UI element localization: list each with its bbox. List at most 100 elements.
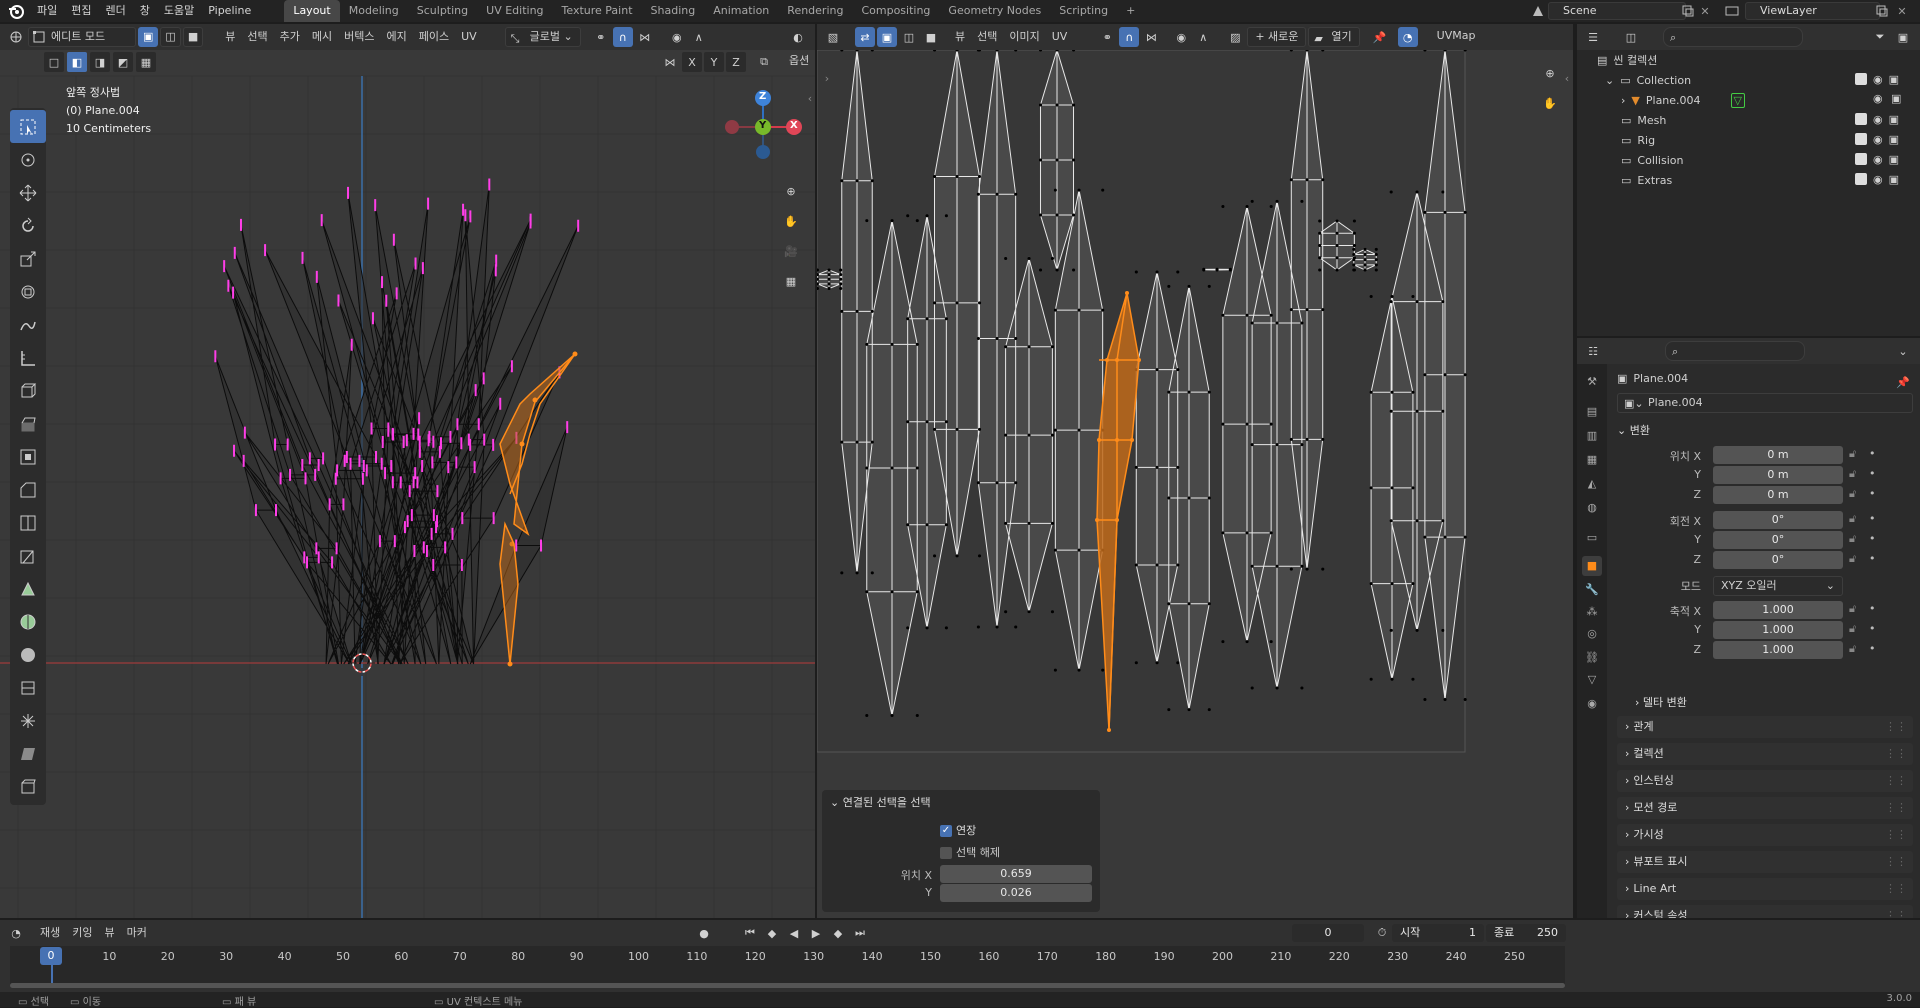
loop-cut-tool-icon[interactable]	[10, 506, 46, 539]
rip-region-tool-icon[interactable]	[10, 770, 46, 803]
camera-view-icon[interactable]: 🎥	[778, 238, 804, 264]
location-x-keyframe-icon[interactable]: •	[1869, 447, 1876, 460]
drag-handle-icon[interactable]: ⋮⋮	[1885, 878, 1907, 900]
playhead[interactable]: 0	[40, 947, 62, 965]
location-y-field[interactable]: 0.026	[940, 884, 1092, 902]
uv-snap-icon[interactable]: ∩	[1119, 27, 1140, 47]
include-checkbox[interactable]	[1855, 173, 1867, 185]
menu-0[interactable]: 파일	[30, 0, 64, 22]
tab-scripting[interactable]: Scripting	[1050, 0, 1117, 22]
open-image-button[interactable]: ▰ 열기	[1308, 27, 1360, 47]
mirror-x-button[interactable]: X	[682, 52, 702, 72]
scale-z-lock-icon[interactable]: 🔓︎	[1849, 642, 1856, 656]
constraints-tab-icon[interactable]: ⛓	[1582, 648, 1602, 668]
outliner-row-plane[interactable]: › ▼ Plane.004 ▽	[1577, 90, 1917, 110]
object-tab-icon[interactable]: ■	[1582, 556, 1602, 576]
rotation-y-field[interactable]: 0°	[1713, 531, 1843, 549]
select-box-intersect-icon[interactable]: ▦	[136, 52, 156, 72]
pan-hand-icon[interactable]: ✋	[778, 208, 804, 234]
camera-icon[interactable]: ▣	[1889, 113, 1899, 126]
deselect-checkbox-row[interactable]: 선택 해제	[940, 844, 1000, 860]
location-y-field[interactable]: 0 m	[1713, 466, 1843, 484]
proportional-edit-icon[interactable]: ◉	[667, 27, 687, 47]
image-browse-icon[interactable]: ▨	[1225, 27, 1245, 47]
current-frame-field[interactable]: 0	[1292, 924, 1364, 942]
tab-rendering[interactable]: Rendering	[778, 0, 852, 22]
render-tab-icon[interactable]: ▤	[1582, 402, 1602, 422]
drag-handle-icon[interactable]: ⋮⋮	[1885, 851, 1907, 873]
viewport-menu-0[interactable]: 뷰	[219, 27, 241, 47]
scene-icon[interactable]	[1528, 1, 1548, 21]
uv-pivot-icon[interactable]: ⚭	[1097, 27, 1117, 47]
mesh-data-icon[interactable]: ▽	[1730, 92, 1746, 108]
menu-2[interactable]: 렌더	[99, 0, 133, 22]
spin-tool-icon[interactable]	[10, 605, 46, 638]
scale-y-keyframe-icon[interactable]: •	[1869, 622, 1876, 635]
jump-end-icon[interactable]: ⏭	[850, 923, 870, 943]
drag-handle-icon[interactable]: ⋮⋮	[1885, 797, 1907, 819]
uv-canvas[interactable]	[817, 50, 1573, 918]
select-box-invert-icon[interactable]: ◩	[113, 52, 133, 72]
sidebar-toggle-icon[interactable]: ‹	[800, 88, 815, 108]
edge-slide-tool-icon[interactable]	[10, 671, 46, 704]
mirror-icon[interactable]: ⋈	[660, 52, 680, 72]
properties-editor-type-icon[interactable]: ☷	[1583, 341, 1603, 361]
uvmap-field[interactable]: UVMap	[1430, 27, 1483, 47]
deselect-checkbox[interactable]	[940, 847, 952, 859]
uv-menu-2[interactable]: 이미지	[1003, 27, 1045, 47]
location-z-keyframe-icon[interactable]: •	[1869, 487, 1876, 500]
start-frame-field[interactable]: 시작 1	[1392, 924, 1484, 942]
tab-animation[interactable]: Animation	[704, 0, 778, 22]
pin-image-icon[interactable]: 📌	[1370, 27, 1390, 47]
scale-y-lock-icon[interactable]: 🔓︎	[1849, 622, 1856, 636]
include-checkbox[interactable]	[1855, 73, 1867, 85]
zoom-icon[interactable]: ⊕	[778, 178, 804, 204]
rotation-y-keyframe-icon[interactable]: •	[1869, 532, 1876, 545]
options-dropdown[interactable]: 옵션 ⌄	[782, 52, 815, 72]
menu-4[interactable]: 도움말	[157, 0, 201, 22]
eye-icon[interactable]: ◉	[1873, 173, 1883, 186]
camera-icon[interactable]: ▣	[1889, 133, 1899, 146]
copy-view-layer-icon[interactable]	[1872, 1, 1892, 21]
timeline-menu-0[interactable]: 재생	[34, 923, 66, 943]
shear-tool-icon[interactable]	[10, 737, 46, 770]
drag-handle-icon[interactable]: ⋮⋮	[1885, 824, 1907, 846]
location-x-field[interactable]: 0.659	[940, 865, 1092, 883]
bevel-tool-icon[interactable]	[10, 473, 46, 506]
tab-sculpting[interactable]: Sculpting	[408, 0, 477, 22]
display-mode-icon[interactable]: ◫	[1621, 27, 1641, 47]
uv-proportional-icon[interactable]: ◉	[1171, 27, 1191, 47]
particles-tab-icon[interactable]: ⁂	[1582, 602, 1602, 622]
uv-vertex-mode-icon[interactable]: ▣	[877, 27, 897, 47]
uv-editor-type-icon[interactable]: ▧	[823, 27, 843, 47]
material-tab-icon[interactable]: ◉	[1582, 694, 1602, 714]
world-tab-icon[interactable]: ◍	[1582, 498, 1602, 518]
menu-3[interactable]: 창	[133, 0, 157, 22]
scale-z-keyframe-icon[interactable]: •	[1869, 642, 1876, 655]
edge-select-mode-button[interactable]: ◫	[160, 27, 181, 47]
uv-sync-icon[interactable]: ⇄	[855, 27, 875, 47]
location-y-keyframe-icon[interactable]: •	[1869, 467, 1876, 480]
select-box-subtract-icon[interactable]: ◨	[90, 52, 110, 72]
uv-snap-target-icon[interactable]: ⋈	[1141, 27, 1161, 47]
view-layer-icon[interactable]	[1722, 1, 1742, 21]
3d-viewport[interactable]: 에디트 모드 ▣ ◫ ■ 뷰 선택 추가 메시 버텍스 에지 페이스 UV ⤡ 글로벌 ⌄ ⚭…	[0, 24, 815, 918]
drag-handle-icon[interactable]: ⋮⋮	[1885, 905, 1907, 918]
tab-modeling[interactable]: Modeling	[340, 0, 408, 22]
new-image-button[interactable]: + 새로운	[1247, 27, 1307, 47]
rotation-y-lock-icon[interactable]: 🔓︎	[1849, 532, 1856, 546]
panel-header[interactable]: › 가시성 ⋮⋮	[1617, 824, 1913, 846]
timeline-scrollbar[interactable]	[10, 983, 1565, 988]
move-tool-icon[interactable]	[10, 176, 46, 209]
perspective-toggle-icon[interactable]: ▦	[778, 268, 804, 294]
tab-layout[interactable]: Layout	[284, 0, 340, 22]
new-collection-icon[interactable]: ▣	[1893, 27, 1913, 47]
outliner-editor-type-icon[interactable]: ☰	[1583, 27, 1603, 47]
include-checkbox[interactable]	[1855, 113, 1867, 125]
viewport-menu-7[interactable]: UV	[455, 27, 483, 47]
rotation-z-keyframe-icon[interactable]: •	[1869, 552, 1876, 565]
camera-icon[interactable]: ▣	[1889, 153, 1899, 166]
scale-x-lock-icon[interactable]: 🔓︎	[1849, 602, 1856, 616]
camera-icon[interactable]: ▣	[1891, 92, 1901, 105]
mirror-z-button[interactable]: Z	[726, 52, 746, 72]
